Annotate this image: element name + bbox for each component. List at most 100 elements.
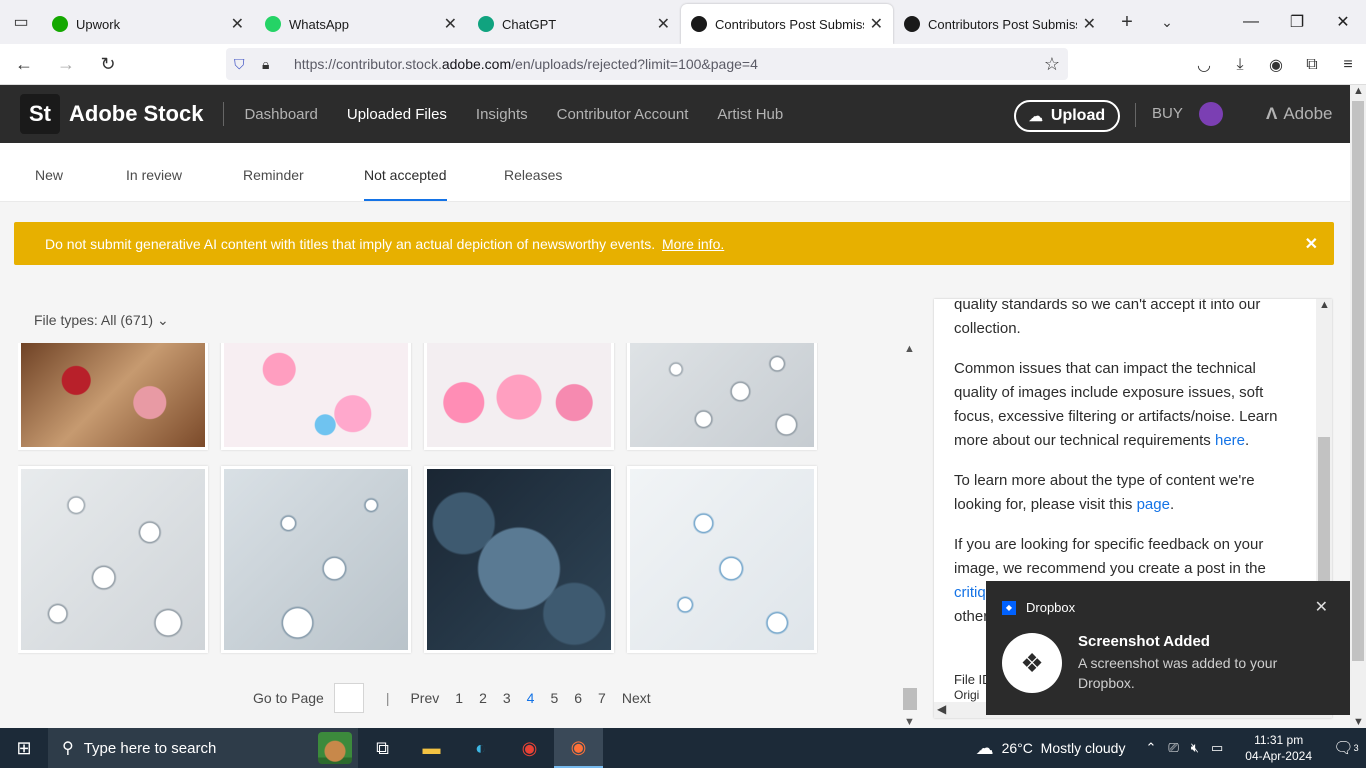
task-view-icon[interactable]: ⧉	[358, 728, 407, 768]
file-types-dropdown[interactable]: File types: All (671) ⌄	[34, 312, 169, 329]
tab-new[interactable]: New	[35, 167, 63, 183]
pocket-icon[interactable]: ◡	[1186, 44, 1222, 85]
next-page-link[interactable]: Next	[622, 690, 651, 706]
browser-tab-4[interactable]: Contributors Post Submission ✕	[894, 4, 1106, 44]
header-nav-artist-hub[interactable]: Artist Hub	[717, 106, 783, 123]
firefox-icon[interactable]: ◉	[554, 728, 603, 768]
close-tab-icon[interactable]: ✕	[1083, 14, 1096, 34]
browser-tab-2[interactable]: ChatGPT ✕	[468, 4, 680, 44]
page-link-6[interactable]: 6	[574, 690, 582, 706]
close-banner-icon[interactable]: ✕	[1305, 234, 1318, 254]
brand-name[interactable]: Adobe Stock	[69, 101, 203, 127]
edge-icon[interactable]: ◐	[456, 728, 505, 768]
scroll-thumb[interactable]	[1352, 101, 1364, 661]
panel-paragraph-3: To learn more about the type of content …	[954, 472, 1255, 513]
account-icon[interactable]: ◉	[1258, 44, 1294, 85]
dropbox-notification[interactable]: ◆ Dropbox ✕ ❖ Screenshot Added A screensh…	[986, 581, 1350, 715]
close-tab-icon[interactable]: ✕	[657, 14, 670, 34]
tracking-shield-icon[interactable]: ⛉	[234, 56, 252, 73]
tab-reminder[interactable]: Reminder	[243, 167, 304, 183]
downloads-icon[interactable]: ⤓	[1222, 44, 1258, 85]
browser-tab-0[interactable]: Upwork ✕	[42, 4, 254, 44]
page-link-2[interactable]: 2	[479, 690, 487, 706]
thumbnail-pink-cake-gifts[interactable]	[221, 343, 411, 450]
thumbnail-image	[630, 343, 814, 447]
page-link-3[interactable]: 3	[503, 690, 511, 706]
prev-page-link[interactable]: Prev	[410, 690, 439, 706]
header-nav-insights[interactable]: Insights	[476, 106, 528, 123]
critique-link[interactable]: critiq	[954, 584, 986, 601]
close-tab-icon[interactable]: ✕	[231, 14, 244, 34]
thumbnail-pink-cakes-candles[interactable]	[424, 343, 614, 450]
close-notification-icon[interactable]: ✕	[1315, 597, 1328, 617]
back-button[interactable]: ←	[6, 46, 42, 82]
scroll-left-icon[interactable]: ◀	[937, 702, 946, 716]
meet-now-icon[interactable]: ⎚	[1168, 740, 1178, 756]
windows-start-icon[interactable]: ⊞	[0, 738, 48, 759]
scroll-up-icon[interactable]: ▲	[904, 343, 915, 355]
thumbnail-hearts-vintage[interactable]	[18, 343, 208, 450]
adobe-stock-logo[interactable]: St	[20, 94, 60, 134]
restore-button[interactable]: ❐	[1274, 0, 1320, 44]
address-bar[interactable]: ⛉ 🔒︎ https://contributor.stock.adobe.com…	[226, 48, 1068, 80]
minimize-button[interactable]: —	[1228, 0, 1274, 44]
thumbnail-water-drops-2[interactable]	[18, 466, 208, 653]
page-scrollbar[interactable]: ▲ ▼	[1350, 85, 1366, 728]
buy-link[interactable]: BUY	[1152, 105, 1183, 122]
thumbnail-blue-stone-hearts[interactable]	[424, 466, 614, 653]
header-nav-uploaded-files[interactable]: Uploaded Files	[347, 106, 447, 123]
header-nav-dashboard[interactable]: Dashboard	[244, 106, 317, 123]
notifications-icon[interactable]: 🗨︎ 3	[1326, 738, 1366, 758]
go-to-page-label: Go to Page	[253, 690, 324, 706]
browser-tab-1[interactable]: WhatsApp ✕	[255, 4, 467, 44]
scroll-up-icon[interactable]: ▲	[1353, 85, 1364, 97]
new-tab-button[interactable]: +	[1107, 0, 1147, 44]
volume-muted-icon[interactable]: 🔇︎	[1191, 740, 1199, 756]
show-hidden-icons-icon[interactable]: ⌃	[1145, 740, 1156, 756]
page-number-input[interactable]	[333, 683, 364, 713]
page-link-4[interactable]: 4	[527, 690, 535, 706]
system-clock[interactable]: 11:31 pm 04-Apr-2024	[1245, 732, 1312, 764]
tab-not-accepted[interactable]: Not accepted	[364, 167, 447, 201]
chrome-icon[interactable]: ◉	[505, 728, 554, 768]
thumbnail-water-drops-1[interactable]	[627, 343, 817, 450]
header-nav-contributor-account[interactable]: Contributor Account	[557, 106, 689, 123]
technical-requirements-link[interactable]: here	[1215, 432, 1245, 449]
page-link-5[interactable]: 5	[550, 690, 558, 706]
page-link-7[interactable]: 7	[598, 690, 606, 706]
close-tab-icon[interactable]: ✕	[444, 14, 457, 34]
scroll-up-icon[interactable]: ▲	[1319, 299, 1330, 311]
lock-icon[interactable]: 🔒︎	[262, 56, 280, 73]
scroll-thumb[interactable]	[1318, 437, 1330, 587]
tab-releases[interactable]: Releases	[504, 167, 562, 183]
scroll-down-icon[interactable]: ▼	[904, 716, 915, 728]
reload-button[interactable]: ↻	[90, 46, 126, 82]
extensions-icon[interactable]: ⧉	[1294, 44, 1330, 85]
forward-button[interactable]: →	[48, 46, 84, 82]
cloudy-icon: ☁	[975, 737, 994, 758]
page-link-1[interactable]: 1	[455, 690, 463, 706]
more-info-link[interactable]: More info.	[662, 236, 724, 252]
close-tab-icon[interactable]: ✕	[870, 14, 883, 34]
menu-icon[interactable]: ≡	[1330, 44, 1366, 85]
thumbnail-water-drops-4[interactable]	[627, 466, 817, 653]
upload-button[interactable]: ☁ Upload	[1014, 100, 1120, 132]
adobe-link[interactable]: Λ Adobe	[1266, 104, 1333, 124]
scroll-thumb[interactable]	[903, 688, 917, 710]
thumbnail-water-drops-3[interactable]	[221, 466, 411, 653]
file-explorer-icon[interactable]: ▬	[407, 728, 456, 768]
avatar[interactable]	[1199, 102, 1223, 126]
network-icon[interactable]: ▭	[1211, 740, 1223, 756]
weather-widget[interactable]: ☁ 26°C Mostly cloudy	[976, 738, 1126, 759]
content-page-link[interactable]: page	[1137, 496, 1170, 513]
grid-scrollbar[interactable]: ▲ ▼	[902, 343, 918, 728]
tab-title: Contributors Post Submission	[715, 16, 864, 32]
taskbar-search[interactable]: ⚲ Type here to search	[48, 728, 358, 768]
bookmark-star-icon[interactable]: ☆	[1044, 54, 1060, 75]
browser-tab-3[interactable]: Contributors Post Submission ✕	[681, 4, 893, 44]
tab-list-icon[interactable]: ▭	[0, 0, 42, 44]
list-all-tabs-icon[interactable]: ⌄	[1147, 0, 1187, 44]
close-window-button[interactable]: ✕	[1320, 0, 1366, 44]
scroll-down-icon[interactable]: ▼	[1353, 716, 1364, 728]
tab-in-review[interactable]: In review	[126, 167, 182, 183]
